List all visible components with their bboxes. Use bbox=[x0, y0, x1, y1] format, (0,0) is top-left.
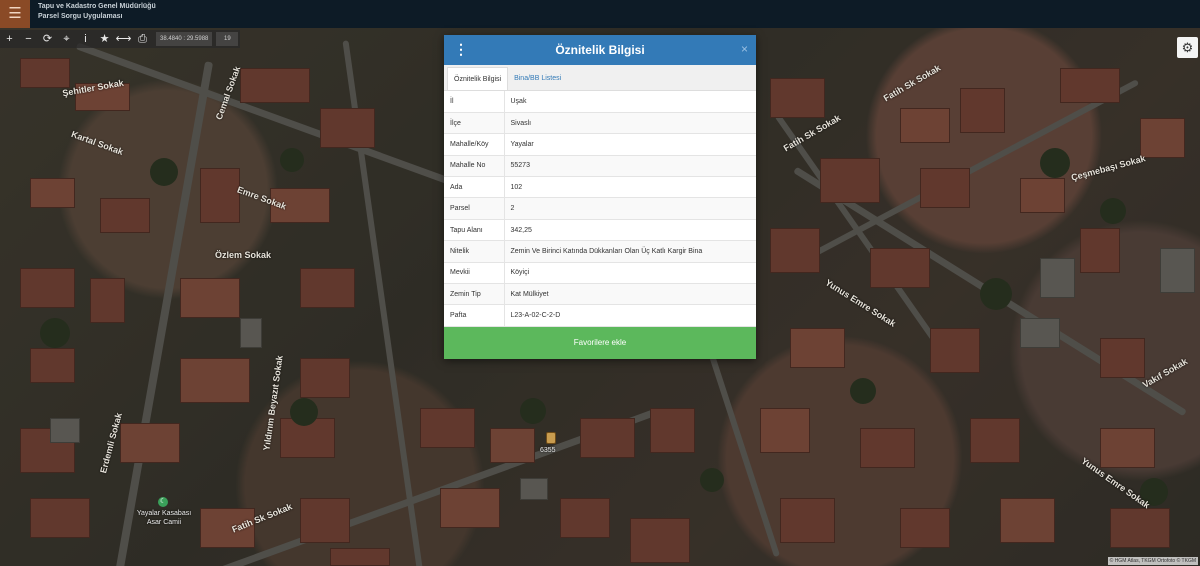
row-key: Mahalle/Köy bbox=[444, 133, 505, 156]
row-value: 2 bbox=[504, 197, 756, 220]
poi-label-line1: Yayalar Kasabası bbox=[136, 510, 192, 517]
star-icon: ★ bbox=[99, 33, 110, 45]
attribute-table: İl Uşak İlçe Sivaslı Mahalle/Köy Yayalar Ma… bbox=[444, 91, 756, 327]
row-value: Kat Mülkiyet bbox=[504, 283, 756, 306]
table-row: Tapu Alanı 342,25 bbox=[444, 219, 756, 242]
table-row: Parsel 2 bbox=[444, 197, 756, 220]
map-toolbar: + − ⟳ ⌖ i ★ ⟷ ⎙ 38.4840 : 29.5988 19 bbox=[0, 30, 241, 48]
parcel-marker-label: 6355 bbox=[540, 447, 556, 454]
row-value: Köyiçi bbox=[504, 262, 756, 285]
table-row: Nitelik Zemin Ve Birinci Katında Dükkanla… bbox=[444, 240, 756, 263]
row-key: İlçe bbox=[444, 112, 505, 135]
row-key: Zemin Tip bbox=[444, 283, 505, 306]
table-row: Zemin Tip Kat Mülkiyet bbox=[444, 283, 756, 306]
dialog-tabs: Öznitelik Bilgisi Bina/BB Listesi bbox=[444, 65, 756, 91]
street-label: Özlem Sokak bbox=[215, 250, 272, 260]
attribute-info-dialog: ⋮ Öznitelik Bilgisi × Öznitelik Bilgisi … bbox=[444, 35, 756, 359]
row-value: Sivaslı bbox=[504, 112, 756, 135]
table-row: İlçe Sivaslı bbox=[444, 112, 756, 135]
table-row: Ada 102 bbox=[444, 176, 756, 199]
tab-building-list[interactable]: Bina/BB Listesi bbox=[508, 67, 567, 90]
table-row: Pafta L23-A-02-C-2-D bbox=[444, 304, 756, 327]
row-key: Mahalle No bbox=[444, 155, 505, 178]
print-icon: ⎙ bbox=[138, 33, 147, 45]
app-header: ☰ Tapu ve Kadastro Genel Müdürlüğü Parse… bbox=[0, 0, 1200, 28]
parcel-marker-icon[interactable] bbox=[546, 432, 556, 444]
zoom-level: 19 bbox=[216, 32, 239, 46]
row-value: L23-A-02-C-2-D bbox=[504, 304, 756, 327]
locate-button[interactable]: ⌖ bbox=[57, 30, 76, 48]
table-row: İl Uşak bbox=[444, 91, 756, 113]
row-key: İl bbox=[444, 91, 505, 113]
refresh-icon: ⟳ bbox=[42, 33, 53, 45]
table-row: Mevkii Köyiçi bbox=[444, 262, 756, 285]
measure-button[interactable]: ⟷ bbox=[114, 30, 133, 48]
info-button[interactable]: i bbox=[76, 30, 95, 48]
print-button[interactable]: ⎙ bbox=[133, 30, 152, 48]
row-value: Zemin Ve Birinci Katında Dükkanları Olan… bbox=[504, 240, 756, 263]
poi-label-line2: Asar Camii bbox=[146, 519, 182, 526]
app-title: Tapu ve Kadastro Genel Müdürlüğü Parsel … bbox=[38, 2, 156, 22]
app-title-line2: Parsel Sorgu Uygulaması bbox=[38, 13, 123, 20]
plus-icon: + bbox=[6, 33, 13, 45]
hamburger-icon: ☰ bbox=[8, 5, 22, 22]
row-value: 55273 bbox=[504, 155, 756, 178]
coordinate-readout: 38.4840 : 29.5988 bbox=[156, 32, 213, 46]
row-key: Nitelik bbox=[444, 240, 505, 263]
row-value: 342,25 bbox=[504, 219, 756, 242]
row-key: Parsel bbox=[444, 197, 505, 220]
dialog-title: Öznitelik Bilgisi bbox=[555, 43, 645, 57]
table-row: Mahalle/Köy Yayalar bbox=[444, 133, 756, 156]
minus-icon: − bbox=[25, 33, 32, 45]
table-row: Mahalle No 55273 bbox=[444, 155, 756, 178]
row-value: Yayalar bbox=[504, 133, 756, 156]
poi-label: Yayalar Kasabası Asar Camii bbox=[134, 509, 194, 527]
map-attribution: © HGM Atlas, TKGM Ortofoto © TKGM bbox=[1107, 557, 1198, 565]
app-title-line1: Tapu ve Kadastro Genel Müdürlüğü bbox=[38, 3, 156, 10]
refresh-button[interactable]: ⟳ bbox=[38, 30, 57, 48]
info-icon: i bbox=[84, 33, 87, 45]
row-key: Pafta bbox=[444, 304, 505, 327]
dialog-header: ⋮ Öznitelik Bilgisi × bbox=[444, 35, 756, 65]
favorites-button[interactable]: ★ bbox=[95, 30, 114, 48]
add-to-favorites-button[interactable]: Favorilere ekle bbox=[444, 327, 756, 359]
close-icon[interactable]: × bbox=[741, 42, 748, 56]
row-key: Ada bbox=[444, 176, 505, 199]
mosque-icon[interactable]: ☾ bbox=[158, 497, 168, 507]
gear-icon: ⚙ bbox=[1181, 40, 1194, 55]
tab-attribute-info[interactable]: Öznitelik Bilgisi bbox=[447, 67, 509, 90]
row-key: Mevkii bbox=[444, 262, 505, 285]
row-key: Tapu Alanı bbox=[444, 219, 505, 242]
hamburger-menu-button[interactable]: ☰ bbox=[0, 0, 30, 28]
row-value: 102 bbox=[504, 176, 756, 199]
row-value: Uşak bbox=[504, 91, 756, 113]
zoom-out-button[interactable]: − bbox=[19, 30, 38, 48]
zoom-in-button[interactable]: + bbox=[0, 30, 19, 48]
settings-button[interactable]: ⚙ bbox=[1177, 37, 1198, 58]
measure-icon: ⟷ bbox=[115, 33, 132, 45]
locate-icon: ⌖ bbox=[63, 33, 70, 45]
